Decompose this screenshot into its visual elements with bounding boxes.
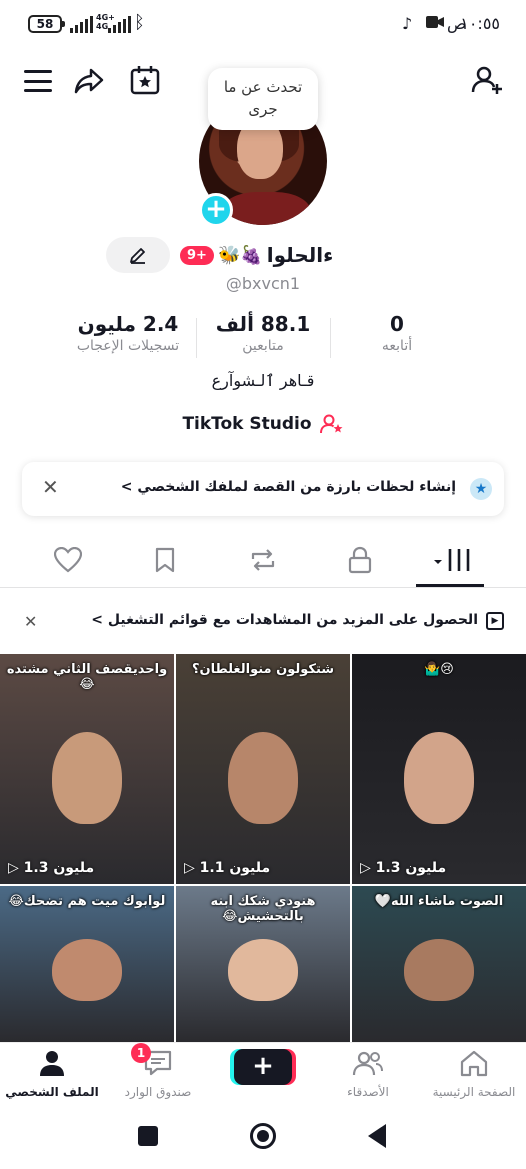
profile-icon <box>40 1051 64 1076</box>
repost-icon <box>251 549 275 571</box>
content-tabs <box>0 532 526 588</box>
share-icon[interactable] <box>72 64 106 98</box>
close-icon[interactable]: ✕ <box>42 475 59 499</box>
creator-star-icon <box>319 414 343 434</box>
note-bubble[interactable]: تحدث عن ما جرى <box>208 68 318 130</box>
play-icon: ▷ <box>184 860 200 876</box>
tab-private[interactable] <box>340 544 380 576</box>
edit-profile-button[interactable] <box>106 237 170 273</box>
tiktok-notification-icon: ♪ <box>402 14 413 33</box>
bio: قـاهر ٱلـشوآرع <box>211 371 315 390</box>
video-grid: واحديقصف الثاني مشتده😂 ▷ 1.3 مليون شتكولون… <box>0 654 526 1042</box>
video-thumbnail[interactable]: شتكولون منوالغلطان؟ ▷ 1.1 مليون <box>176 654 350 884</box>
name-row: 9+ 🐝🍇 ءالحلوا <box>180 240 380 270</box>
thumbnail-face <box>228 732 298 825</box>
nav-inbox[interactable]: صندوق الوارد <box>108 1049 208 1099</box>
likes-stat[interactable]: 2.4 مليون تسجيلات الإعجاب <box>53 312 203 354</box>
back-button[interactable] <box>368 1124 386 1148</box>
video-caption: هنودي شكك ابنه بالتحشيش😂 <box>210 894 316 924</box>
clock: ١٠:٥٥ <box>460 14 500 33</box>
battery-indicator: 58 <box>28 15 65 33</box>
signal-icon <box>70 15 93 33</box>
name-emojis: 🐝🍇 <box>217 244 263 266</box>
heart-icon <box>54 547 82 573</box>
nav-home[interactable]: الصفحة الرئيسية <box>424 1049 524 1099</box>
home-icon <box>460 1050 488 1077</box>
playlist-icon: ▶ <box>486 612 504 630</box>
bluetooth-icon: ᛒ <box>134 12 145 33</box>
video-thumbnail[interactable]: هنودي شكك ابنه بالتحشيش😂 <box>176 886 350 1042</box>
thumbnail-face <box>404 939 474 1002</box>
active-tab-indicator <box>416 584 484 587</box>
add-friend-icon[interactable] <box>470 63 504 97</box>
thumbnail-face <box>52 732 122 825</box>
video-thumbnail[interactable]: الصوت ماشاء الله🤍 <box>352 886 526 1042</box>
video-caption: شتكولون منوالغلطان؟ <box>191 662 335 677</box>
highlights-promo-card[interactable]: ★ إنشاء لحظات بارزة من القصة لملفك الشخص… <box>22 462 504 516</box>
playlist-text[interactable]: الحصول على المزيد من المشاهدات مع قوائم … <box>91 612 478 628</box>
inbox-badge: 1 <box>131 1043 151 1063</box>
calendar-star-icon[interactable] <box>128 63 162 97</box>
video-thumbnail[interactable]: لوابوك ميت هم تضحك😂 <box>0 886 174 1042</box>
tab-videos[interactable] <box>430 544 474 576</box>
close-icon[interactable]: ✕ <box>24 612 37 631</box>
bookmark-icon <box>155 547 175 573</box>
video-caption: الصوت ماشاء الله🤍 <box>374 894 504 909</box>
view-count: ▷ 1.3 مليون <box>8 860 95 876</box>
view-count: ▷ 1.1 مليون <box>184 860 271 876</box>
thumbnail-face <box>228 939 298 1002</box>
thumbnail-face <box>52 939 122 1002</box>
view-count: ▷ 1.3 مليون <box>360 860 447 876</box>
tab-saved[interactable] <box>145 544 185 576</box>
menu-icon[interactable] <box>24 70 52 92</box>
video-caption: واحديقصف الثاني مشتده😂 <box>6 662 168 692</box>
playlist-banner[interactable]: ▶ الحصول على المزيد من المشاهدات مع قوائ… <box>0 604 526 640</box>
signal-icon-2 <box>108 15 131 33</box>
play-icon: ▷ <box>360 860 376 876</box>
video-caption: لوابوك ميت هم تضحك😂 <box>8 894 166 909</box>
nav-profile[interactable]: الملف الشخصي <box>2 1049 102 1099</box>
recent-apps-button[interactable] <box>138 1126 158 1146</box>
video-thumbnail[interactable]: 😢🤷‍♂️ ▷ 1.3 مليون <box>352 654 526 884</box>
promo-text[interactable]: إنشاء لحظات بارزة من القصة لملفك الشخصي … <box>121 479 456 495</box>
create-button[interactable]: + <box>234 1049 292 1085</box>
pencil-icon <box>130 248 145 264</box>
grid-videos-icon <box>434 549 470 571</box>
lock-icon <box>348 546 372 574</box>
nav-friends[interactable]: الأصدقاء <box>318 1049 418 1099</box>
friends-icon <box>352 1051 383 1076</box>
play-icon: ▷ <box>8 860 24 876</box>
following-stat[interactable]: 0 أتابعه <box>322 312 472 354</box>
star-icon: ★ <box>470 478 492 500</box>
video-recording-icon <box>426 14 444 33</box>
tab-reposts[interactable] <box>243 544 283 576</box>
status-bar: 58 4G+ 4G ᛒ ♪ ص ١٠:٥٥ <box>0 0 526 50</box>
video-thumbnail[interactable]: واحديقصف الثاني مشتده😂 ▷ 1.3 مليون <box>0 654 174 884</box>
display-name: ءالحلوا <box>266 243 334 267</box>
system-nav <box>0 1106 526 1169</box>
thumbnail-face <box>404 732 474 825</box>
followers-stat[interactable]: 88.1 ألف متابعين <box>188 312 338 354</box>
username-handle: @bxvcn1 <box>225 274 301 293</box>
tab-liked[interactable] <box>48 544 88 576</box>
add-story-button[interactable]: + <box>199 193 233 227</box>
home-button[interactable] <box>250 1123 276 1149</box>
notification-badge[interactable]: 9+ <box>180 245 214 265</box>
video-caption: 😢🤷‍♂️ <box>424 662 454 677</box>
tiktok-studio-link[interactable]: TikTok Studio <box>0 413 526 435</box>
